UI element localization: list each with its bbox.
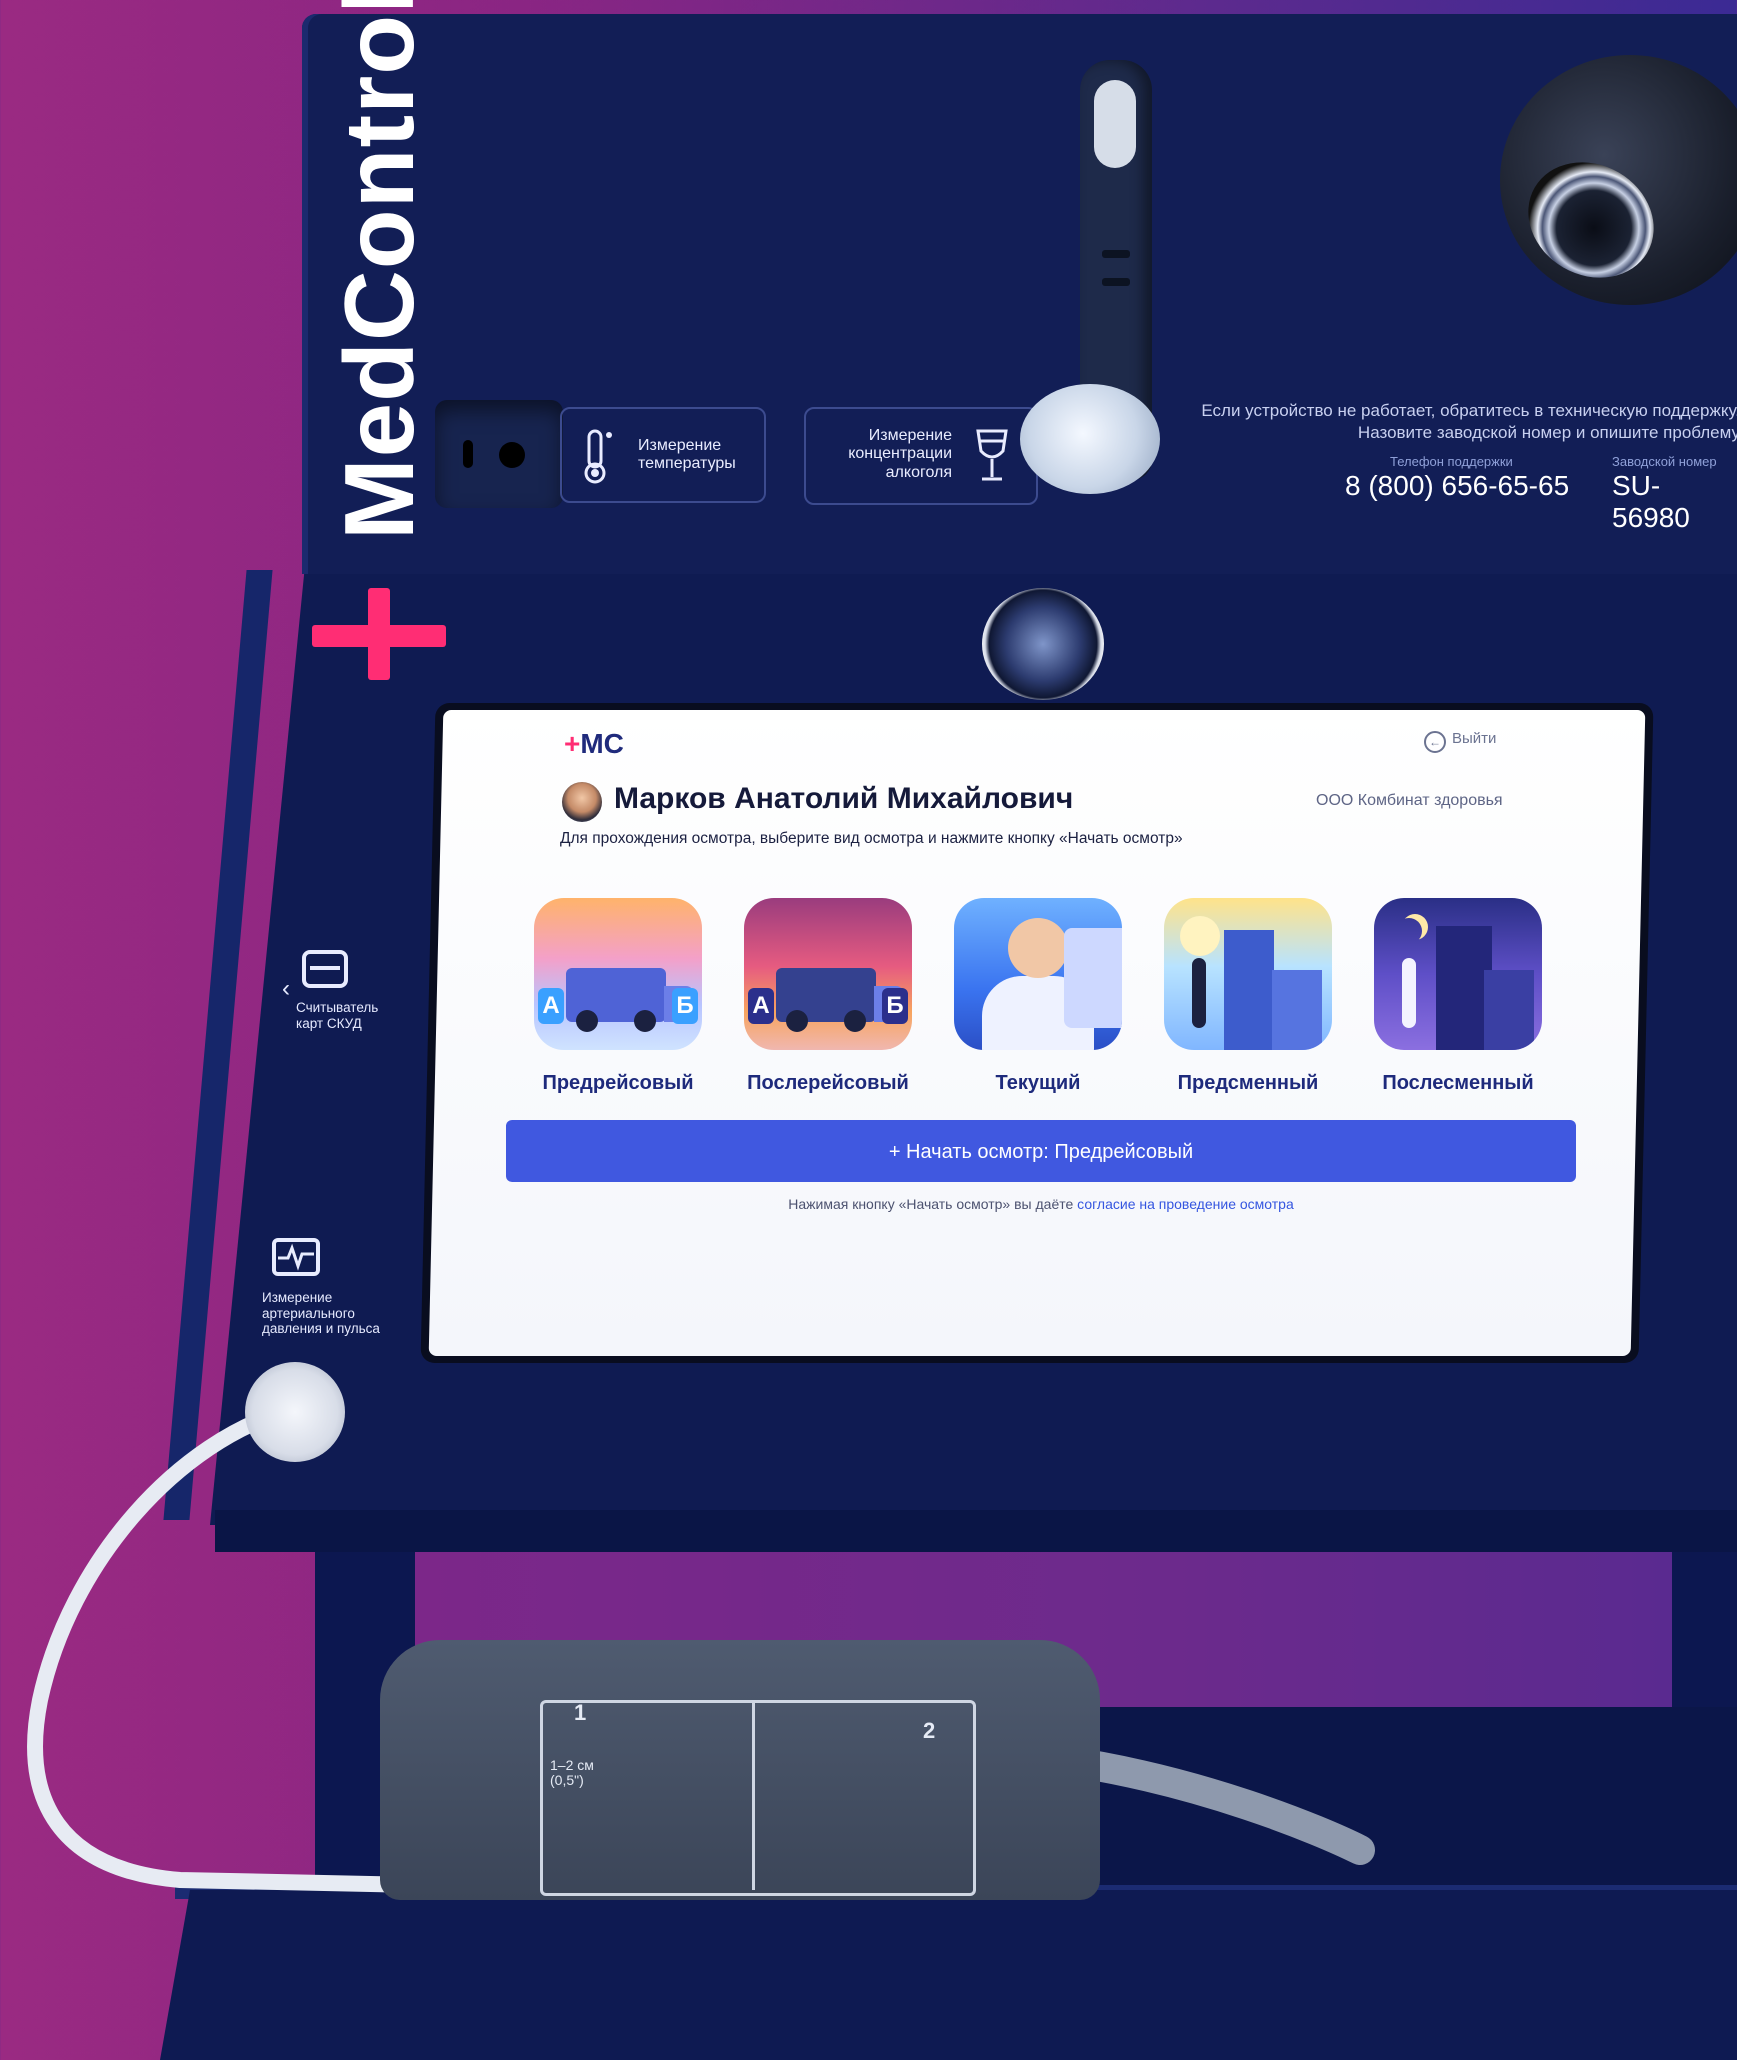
exam-type-label-preshift: Предсменный: [1177, 1072, 1319, 1094]
user-name: Марков Анатолий Михайлович: [614, 782, 1074, 815]
cuff-step-1: 1: [574, 1700, 587, 1725]
brand-plus-icon-stem: [368, 588, 390, 680]
badge-b: Б: [882, 988, 908, 1024]
app-logo: +MC: [564, 728, 624, 760]
logout-button[interactable]: ← Выйти: [1424, 730, 1496, 753]
kiosk-shelf: [215, 1510, 1737, 1552]
walker-icon: [1192, 958, 1206, 1028]
exam-type-tile-pretrip[interactable]: А Б: [534, 898, 702, 1050]
temperature-label-box: Измерение температуры: [560, 407, 766, 503]
thermometer-icon: [584, 429, 612, 484]
walker-icon: [1402, 958, 1416, 1028]
cuff-instruction-panel: [540, 1700, 976, 1896]
logout-label: Выйти: [1452, 730, 1497, 747]
exam-type-tile-posttrip[interactable]: А Б: [744, 898, 912, 1050]
brand-logo: MedControl: [324, 0, 434, 540]
cuff-note: 1–2 см (0,5"): [550, 1757, 594, 1789]
cuff-step-2: 2: [923, 1718, 936, 1743]
wine-glass-icon: [976, 429, 1008, 481]
support-serial-label: Заводской номер: [1612, 454, 1717, 469]
card-reader-icon[interactable]: [302, 950, 348, 988]
consent-link[interactable]: согласие на проведение осмотра: [1077, 1196, 1294, 1212]
blood-pressure-icon: [272, 1238, 320, 1276]
kiosk-base: [160, 1890, 1737, 2060]
instruction-text: Для прохождения осмотра, выберите вид ос…: [560, 830, 1183, 847]
blood-pressure-label: Измерение артериального давления и пульс…: [262, 1290, 380, 1337]
support-serial: SU-56980: [1612, 470, 1690, 533]
exam-type-tile-preshift[interactable]: [1164, 898, 1332, 1050]
logout-icon: ←: [1424, 731, 1446, 753]
badge-b: Б: [672, 988, 698, 1024]
alcohol-label-box: Измерение концентрации алкоголя: [804, 407, 1038, 505]
start-exam-button[interactable]: + Начать осмотр: Предрейсовый: [506, 1120, 1576, 1182]
consent-text: Нажимая кнопку «Начать осмотр» вы даёте …: [466, 1196, 1616, 1212]
cuff-panel-divider: [752, 1700, 755, 1890]
badge-a: А: [748, 988, 774, 1024]
front-camera-icon: [982, 588, 1104, 700]
chevron-left-icon: ‹: [282, 975, 290, 1002]
support-phone: 8 (800) 656-65-65: [1345, 470, 1570, 501]
support-phone-label: Телефон поддержки: [1390, 454, 1513, 469]
app-logo-plus: +: [564, 728, 581, 759]
temperature-label: Измерение температуры: [638, 437, 736, 473]
breathalyzer-button[interactable]: [1094, 80, 1136, 168]
monitor-icon: [1064, 928, 1122, 1028]
support-message: Если устройство не работает, обратитесь …: [1201, 401, 1737, 443]
exam-type-label-pretrip: Предрейсовый: [542, 1072, 694, 1094]
exam-type-tile-postshift[interactable]: [1374, 898, 1542, 1050]
organization-name: ООО Комбинат здоровья: [1316, 792, 1503, 809]
building-icon: [1224, 930, 1274, 1050]
exam-type-tile-current[interactable]: [954, 898, 1122, 1050]
badge-a: А: [538, 988, 564, 1024]
app-logo-text: MC: [580, 728, 624, 759]
alcohol-label: Измерение концентрации алкоголя: [848, 427, 952, 481]
temperature-sensor[interactable]: [435, 400, 563, 508]
avatar: [562, 782, 602, 822]
exam-type-label-postshift: Послесменный: [1382, 1072, 1534, 1094]
blood-pressure-port[interactable]: [245, 1362, 345, 1462]
card-reader-label: Считыватель карт СКУД: [296, 1000, 379, 1031]
sun-icon: [1180, 916, 1220, 956]
exam-type-label-current: Текущий: [995, 1072, 1081, 1094]
touch-screen: +MC ← Выйти Марков Анатолий Михайлович ОО…: [428, 710, 1646, 1356]
moon-icon: [1396, 918, 1422, 944]
exam-type-label-posttrip: Послерейсовый: [747, 1072, 909, 1094]
consent-prefix: Нажимая кнопку «Начать осмотр» вы даёте: [788, 1196, 1078, 1212]
breathalyzer-mouthpiece[interactable]: [1020, 384, 1160, 494]
